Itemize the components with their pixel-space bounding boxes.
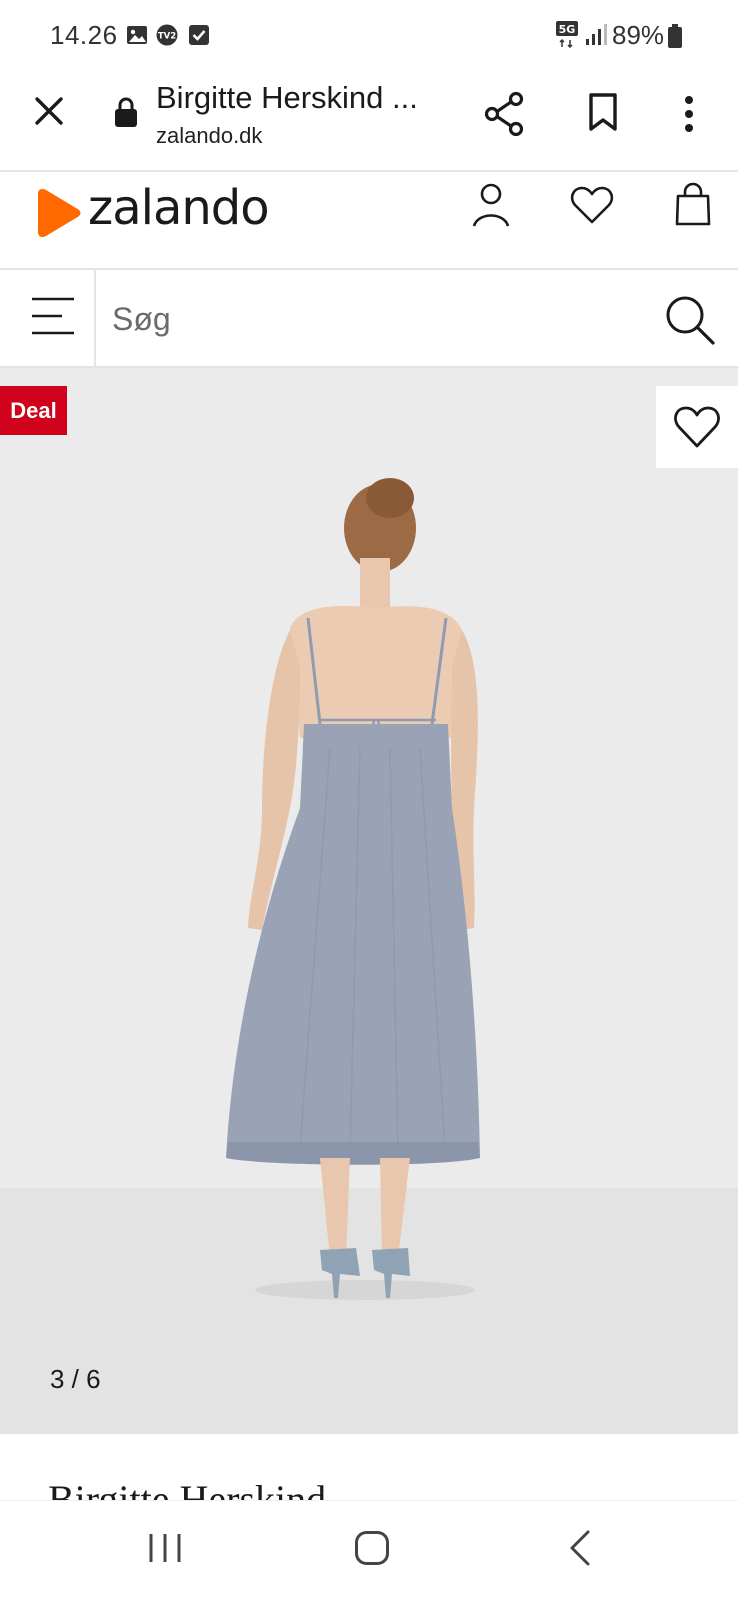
product-brand-title: Birgitte Herskind <box>48 1480 326 1502</box>
network-type: 5G <box>559 23 576 36</box>
more-vert-icon[interactable] <box>682 94 696 134</box>
signal-icon: 5G <box>556 21 607 48</box>
battery-indicator: 89% <box>612 20 683 51</box>
close-icon[interactable] <box>34 96 64 126</box>
bag-icon[interactable] <box>674 182 712 226</box>
home-icon[interactable] <box>354 1530 390 1566</box>
search-input[interactable] <box>110 290 644 348</box>
bookmark-icon[interactable] <box>588 92 618 132</box>
wishlist-header-icon[interactable] <box>570 186 614 224</box>
brand-wordmark[interactable]: zalando <box>88 180 270 236</box>
product-photo <box>0 368 738 1434</box>
page-domain[interactable]: zalando.dk <box>156 123 262 149</box>
tv2-notification-icon: TV2 <box>156 24 178 46</box>
gallery-notification-icon <box>127 26 147 44</box>
page-title[interactable]: Birgitte Herskind ... <box>156 80 418 116</box>
menu-icon[interactable] <box>32 296 74 336</box>
menu-divider <box>94 270 96 366</box>
product-image[interactable] <box>0 368 738 1434</box>
lock-icon <box>115 97 137 127</box>
image-counter: 3 / 6 <box>50 1364 101 1394</box>
account-icon[interactable] <box>472 182 510 228</box>
heart-icon <box>674 406 720 448</box>
wishlist-button[interactable] <box>656 386 738 468</box>
search-icon[interactable] <box>664 294 716 346</box>
share-icon[interactable] <box>484 92 524 136</box>
deal-badge: Deal <box>0 386 67 435</box>
status-time: 14.26 <box>50 20 118 50</box>
svg-text:TV2: TV2 <box>158 32 176 42</box>
check-notification-icon <box>189 25 209 45</box>
zalando-logo-icon[interactable] <box>34 188 82 238</box>
battery-percent: 89% <box>612 20 665 50</box>
recent-apps-icon[interactable] <box>148 1532 182 1564</box>
back-icon[interactable] <box>568 1530 592 1566</box>
battery-icon <box>668 23 683 48</box>
